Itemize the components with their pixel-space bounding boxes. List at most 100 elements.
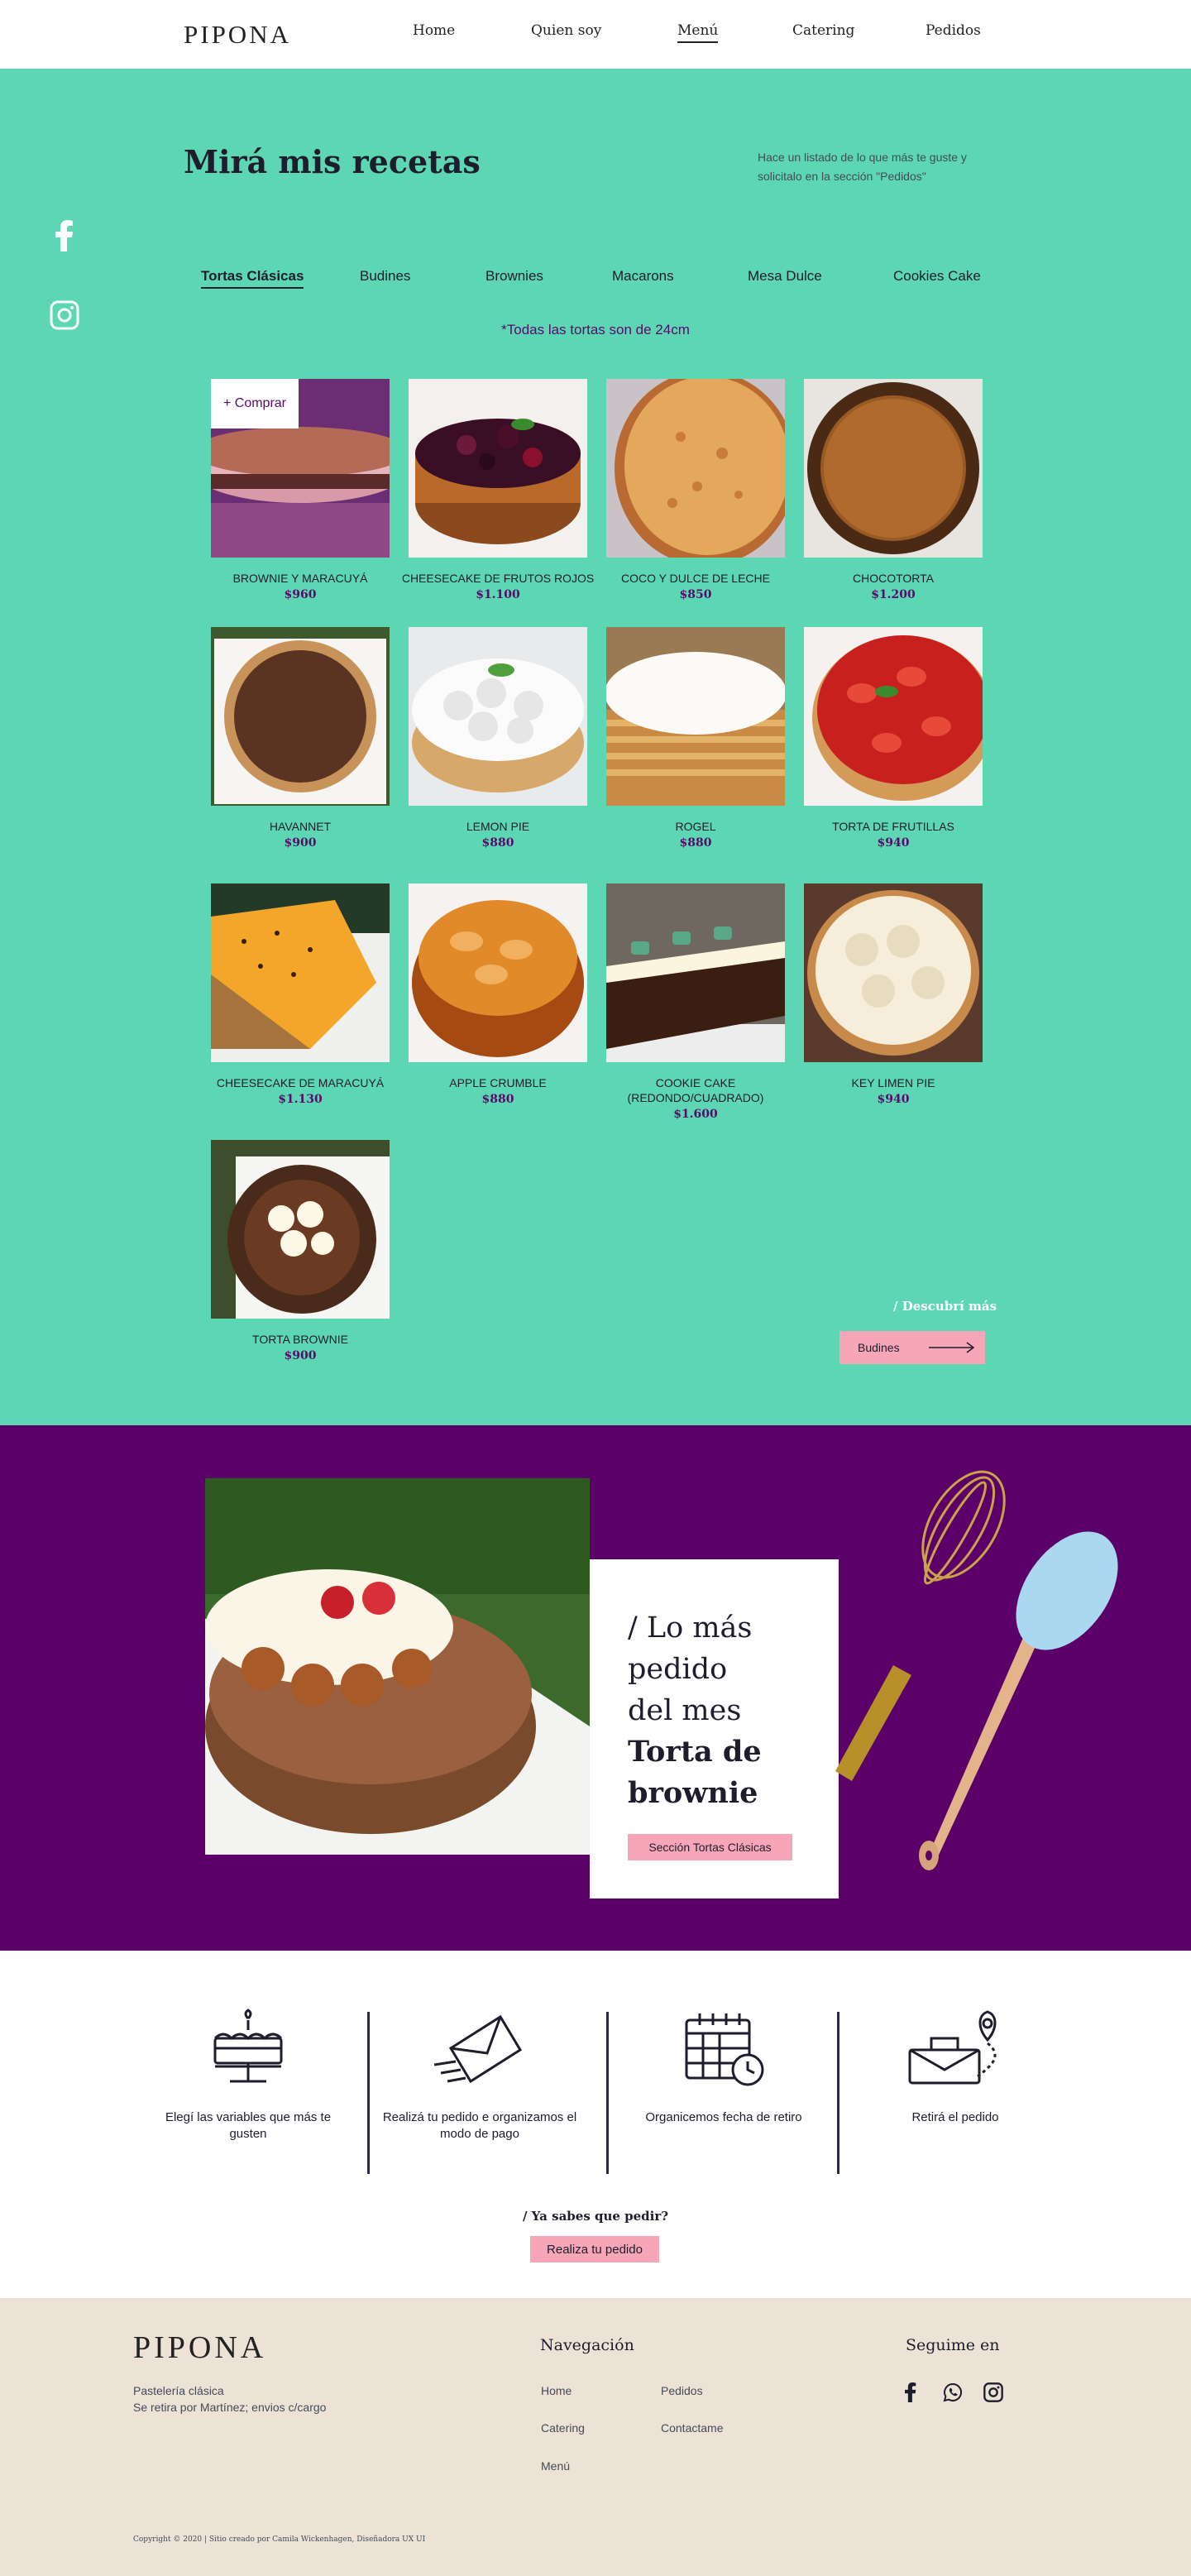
product-card[interactable]: TORTA DE FRUTILLAS $940 bbox=[794, 627, 992, 850]
site-footer: PIPONA Pastelería clásica Se retira por … bbox=[0, 2298, 1191, 2576]
instagram-icon[interactable] bbox=[982, 2381, 1005, 2404]
product-name: HAVANNET bbox=[269, 820, 332, 833]
menu-section: Mirá mis recetas Hace un listado de lo q… bbox=[0, 69, 1191, 1425]
featured-section-button[interactable]: Sección Tortas Clásicas bbox=[628, 1834, 792, 1860]
nav-pedidos[interactable]: Pedidos bbox=[926, 22, 981, 39]
site-header: PIPONA Home Quien soy Menú Catering Pedi… bbox=[0, 0, 1191, 69]
featured-line-1: / Lo más bbox=[628, 1611, 753, 1645]
whatsapp-icon[interactable] bbox=[941, 2381, 964, 2404]
cake-icon bbox=[213, 2009, 283, 2083]
step-2-text: Realizá tu pedido e organizamos el modo … bbox=[382, 2110, 577, 2141]
product-name: CHEESECAKE DE MARACUYÁ bbox=[216, 1076, 385, 1089]
product-card[interactable]: ROGEL $880 bbox=[596, 627, 795, 850]
footer-logo[interactable]: PIPONA bbox=[133, 2329, 266, 2366]
product-image[interactable] bbox=[804, 379, 983, 558]
product-price: $1.600 bbox=[673, 1108, 718, 1121]
product-name: ROGEL bbox=[675, 820, 716, 833]
tab-budines[interactable]: Budines bbox=[360, 268, 410, 285]
place-order-button[interactable]: Realiza tu pedido bbox=[530, 2236, 659, 2262]
product-price: $850 bbox=[679, 588, 712, 601]
buy-button[interactable]: + Comprar bbox=[211, 379, 299, 429]
featured-line-2: pedido bbox=[628, 1653, 728, 1686]
product-price: $900 bbox=[284, 1349, 317, 1362]
footer-link-contactame[interactable]: Contactame bbox=[661, 2421, 723, 2435]
facebook-icon[interactable] bbox=[899, 2381, 922, 2404]
step-divider bbox=[606, 2012, 609, 2174]
step-3: Organicemos fecha de retiro bbox=[624, 2007, 823, 2126]
product-price: $940 bbox=[877, 1093, 910, 1106]
product-image[interactable] bbox=[606, 883, 785, 1062]
product-card[interactable]: COCO Y DULCE DE LECHE $850 bbox=[596, 379, 795, 601]
site-logo[interactable]: PIPONA bbox=[184, 20, 291, 50]
product-card[interactable]: + Comprar BROWNIE Y MARACUYÁ $960 bbox=[201, 379, 399, 601]
product-image[interactable] bbox=[606, 379, 785, 558]
product-image[interactable]: + Comprar bbox=[211, 379, 390, 558]
how-it-works-section: Elegí las variables que más te gusten Re… bbox=[0, 1951, 1191, 2298]
footer-link-pedidos[interactable]: Pedidos bbox=[661, 2384, 703, 2397]
product-price: $940 bbox=[877, 836, 910, 850]
footer-follow-heading: Seguime en bbox=[906, 2336, 1000, 2354]
featured-line-3: del mes bbox=[628, 1694, 742, 1727]
delivery-icon bbox=[908, 2010, 997, 2085]
product-card[interactable]: KEY LIMEN PIE $940 bbox=[794, 883, 992, 1106]
size-note: *Todas las tortas son de 24cm bbox=[501, 322, 690, 338]
footer-link-catering[interactable]: Catering bbox=[541, 2421, 585, 2435]
tab-macarons[interactable]: Macarons bbox=[612, 268, 674, 285]
footer-nav-heading: Navegación bbox=[540, 2336, 634, 2354]
product-image[interactable] bbox=[409, 627, 587, 806]
step-4-text: Retirá el pedido bbox=[911, 2110, 999, 2124]
product-price: $1.200 bbox=[871, 588, 916, 601]
product-card[interactable]: LEMON PIE $880 bbox=[399, 627, 597, 850]
arrow-right-icon bbox=[929, 1342, 975, 1353]
facebook-icon[interactable] bbox=[50, 220, 79, 251]
product-name: KEY LIMEN PIE bbox=[851, 1076, 935, 1089]
product-card[interactable]: CHEESECAKE DE MARACUYÁ $1.130 bbox=[201, 883, 399, 1106]
whisk-spatula-illustration bbox=[835, 1470, 1118, 1870]
tab-cookies-cake[interactable]: Cookies Cake bbox=[893, 268, 981, 285]
product-name: COOKIE CAKE (REDONDO/CUADRADO) bbox=[627, 1076, 764, 1104]
envelope-icon bbox=[434, 2014, 523, 2084]
nav-quien-soy[interactable]: Quien soy bbox=[531, 22, 601, 39]
menu-intro-text: Hace un listado de lo que más te guste y… bbox=[758, 151, 967, 183]
tab-brownies[interactable]: Brownies bbox=[485, 268, 543, 285]
product-price: $880 bbox=[679, 836, 712, 850]
product-image[interactable] bbox=[804, 627, 983, 806]
featured-product-line-1: Torta de bbox=[628, 1735, 762, 1769]
product-image[interactable] bbox=[409, 379, 587, 558]
product-image[interactable] bbox=[804, 883, 983, 1062]
product-card[interactable]: CHOCOTORTA $1.200 bbox=[794, 379, 992, 601]
product-card[interactable]: COOKIE CAKE (REDONDO/CUADRADO) $1.600 bbox=[596, 883, 795, 1121]
tab-mesa-dulce[interactable]: Mesa Dulce bbox=[748, 268, 822, 285]
product-image[interactable] bbox=[211, 627, 390, 806]
ready-question: / Ya sabes que pedir? bbox=[522, 2209, 669, 2224]
product-price: $900 bbox=[284, 836, 317, 850]
product-price: $880 bbox=[481, 1093, 514, 1106]
next-category-button[interactable]: Budines bbox=[839, 1331, 985, 1364]
tab-tortas-clasicas[interactable]: Tortas Clásicas bbox=[201, 268, 304, 289]
product-name: CHEESECAKE DE FRUTOS ROJOS bbox=[401, 572, 595, 585]
product-card[interactable]: TORTA BROWNIE $900 bbox=[201, 1140, 399, 1362]
product-card[interactable]: CHEESECAKE DE FRUTOS ROJOS $1.100 bbox=[399, 379, 597, 601]
product-image[interactable] bbox=[606, 627, 785, 806]
nav-catering[interactable]: Catering bbox=[792, 22, 854, 39]
product-card[interactable]: APPLE CRUMBLE $880 bbox=[399, 883, 597, 1106]
step-1: Elegí las variables que más te gusten bbox=[149, 2007, 347, 2143]
footer-link-home[interactable]: Home bbox=[541, 2384, 572, 2397]
featured-card: / Lo más pedido del mes Torta de brownie… bbox=[590, 1559, 839, 1898]
nav-menu[interactable]: Menú bbox=[677, 22, 719, 43]
product-card[interactable]: HAVANNET $900 bbox=[201, 627, 399, 850]
step-divider bbox=[837, 2012, 839, 2174]
footer-tagline: Pastelería clásica bbox=[133, 2384, 224, 2397]
copyright-text: Copyright © 2020 | Sitio creado por Cami… bbox=[133, 2535, 426, 2544]
product-image[interactable] bbox=[409, 883, 587, 1062]
page-title: Mirá mis recetas bbox=[184, 143, 481, 180]
product-name: COCO Y DULCE DE LECHE bbox=[621, 572, 770, 585]
step-divider bbox=[367, 2012, 370, 2174]
product-price: $1.100 bbox=[476, 588, 520, 601]
nav-home[interactable]: Home bbox=[413, 22, 455, 39]
footer-link-menu[interactable]: Menú bbox=[541, 2459, 570, 2473]
product-image[interactable] bbox=[211, 1140, 390, 1319]
product-name: CHOCOTORTA bbox=[852, 572, 934, 585]
product-image[interactable] bbox=[211, 883, 390, 1062]
product-name: TORTA BROWNIE bbox=[252, 1333, 348, 1346]
